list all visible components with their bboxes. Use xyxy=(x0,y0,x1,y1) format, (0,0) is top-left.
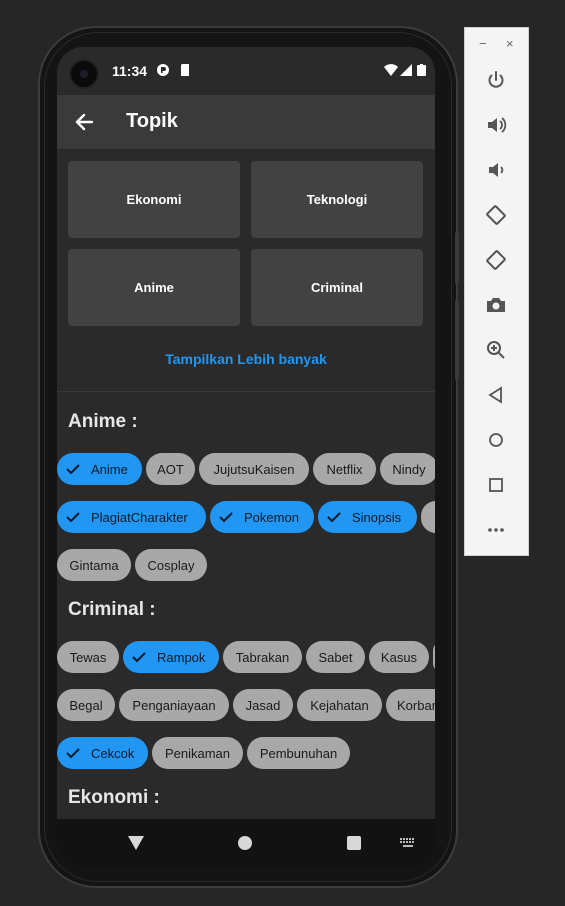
chip-jujutsukaisen[interactable]: JujutsuKaisen xyxy=(199,453,309,485)
back-triangle-icon[interactable] xyxy=(128,836,144,850)
battery-icon xyxy=(417,64,426,76)
tile-teknologi[interactable]: Teknologi xyxy=(251,161,423,238)
chip-korban[interactable]: Korban xyxy=(386,689,435,721)
wifi-icon xyxy=(384,64,398,76)
volume-down-icon[interactable] xyxy=(485,159,507,181)
status-time: 11:34 xyxy=(112,63,148,79)
minimize-button[interactable]: − xyxy=(479,36,487,51)
chip-begal[interactable]: Begal xyxy=(57,689,115,721)
chip-cosplay[interactable]: Cosplay xyxy=(135,549,207,581)
chip-kasus[interactable]: Kasus xyxy=(369,641,429,673)
chip-label: Pembunuhan xyxy=(259,745,338,761)
chip-label: Sinopsis xyxy=(352,509,402,525)
status-bar: 11:34 xyxy=(57,47,435,95)
chip-label: JujutsuKaisen xyxy=(213,461,295,477)
home-circle-icon[interactable] xyxy=(238,836,252,850)
rotate-left-icon[interactable] xyxy=(485,204,507,226)
chip-netflix[interactable]: Netflix xyxy=(313,453,376,485)
chip-nindy[interactable]: Nindy xyxy=(380,453,435,485)
power-icon[interactable] xyxy=(485,69,507,91)
chip-label: Pokemon xyxy=(244,509,299,525)
chip-label: Cekcok xyxy=(91,745,135,761)
chip-sinopsis[interactable]: Sinopsis xyxy=(318,501,417,533)
chip-tewas[interactable]: Tewas xyxy=(57,641,119,673)
chip-label: Begal xyxy=(69,697,103,713)
more-icon[interactable] xyxy=(485,519,507,541)
page-title: Topik xyxy=(126,110,178,132)
tile-criminal[interactable]: Criminal xyxy=(251,249,423,326)
camera-icon[interactable] xyxy=(485,294,507,316)
recents-square-icon[interactable] xyxy=(347,836,361,850)
check-icon xyxy=(219,512,233,523)
chip-rampok[interactable]: Rampok xyxy=(123,641,219,673)
chip-penikaman[interactable]: Penikaman xyxy=(152,737,243,769)
chip-label: Cosplay xyxy=(147,557,195,573)
chip-label: PlagiatCharakter xyxy=(91,509,188,525)
check-icon xyxy=(66,748,80,759)
system-nav-bar xyxy=(57,819,435,867)
arrow-left-icon xyxy=(75,113,94,131)
section-title-anime: Anime : xyxy=(68,411,138,432)
chip-pembunuhan[interactable]: Pembunuhan xyxy=(247,737,350,769)
notification-icon xyxy=(157,64,169,76)
chip-jasad[interactable]: Jasad xyxy=(233,689,293,721)
close-button[interactable]: × xyxy=(506,36,514,51)
signal-icon xyxy=(400,64,412,76)
check-icon xyxy=(327,512,341,523)
back-icon[interactable] xyxy=(485,384,507,406)
chip-label: Jasad xyxy=(245,697,281,713)
chip-cekcok[interactable]: Cekcok xyxy=(57,737,148,769)
app-bar: Topik xyxy=(57,95,435,149)
chip-sabet[interactable]: Sabet xyxy=(306,641,365,673)
rotate-right-icon[interactable] xyxy=(485,249,507,271)
chip-overflow[interactable] xyxy=(421,501,435,533)
chip-label: Tabrakan xyxy=(235,649,290,665)
topic-content[interactable]: Ekonomi Teknologi Anime Criminal Tampilk… xyxy=(57,149,435,819)
phone-volume-key xyxy=(455,300,459,380)
check-icon xyxy=(132,652,146,663)
divider xyxy=(57,391,435,392)
chip-label: Netflix xyxy=(326,461,363,477)
back-button[interactable] xyxy=(71,109,97,135)
chip-tabrakan[interactable]: Tabrakan xyxy=(223,641,302,673)
chip-label: Sabet xyxy=(318,649,353,665)
chip-gintama[interactable]: Gintama xyxy=(57,549,131,581)
chip-label: Anime xyxy=(91,461,128,477)
emulator-toolbar: − × xyxy=(464,27,529,556)
check-icon xyxy=(66,512,80,523)
chip-plagiatcharakter[interactable]: PlagiatCharakter xyxy=(57,501,206,533)
chip-label: Kasus xyxy=(380,649,418,665)
keyboard-icon[interactable] xyxy=(400,838,416,848)
chip-overflow[interactable] xyxy=(433,641,435,673)
tile-ekonomi[interactable]: Ekonomi xyxy=(68,161,240,238)
chip-label: Penikaman xyxy=(164,745,231,761)
chip-label: Gintama xyxy=(69,557,119,573)
phone-screen: 11:34 Topik Ekonomi Teknologi Anime Crim… xyxy=(57,47,435,867)
front-camera xyxy=(69,59,99,89)
home-icon[interactable] xyxy=(485,429,507,451)
zoom-icon[interactable] xyxy=(485,339,507,361)
sd-card-icon xyxy=(181,64,189,76)
chip-label: Korban xyxy=(397,697,435,713)
volume-up-icon[interactable] xyxy=(485,114,507,136)
phone-power-key xyxy=(455,232,459,284)
section-title-ekonomi: Ekonomi : xyxy=(68,787,160,808)
chip-label: Tewas xyxy=(69,649,107,665)
chip-anime[interactable]: Anime xyxy=(57,453,142,485)
chip-label: Penganiayaan xyxy=(132,697,216,713)
chip-penganiayaan[interactable]: Penganiayaan xyxy=(119,689,229,721)
overview-icon[interactable] xyxy=(485,474,507,496)
check-icon xyxy=(66,464,80,475)
chip-kejahatan[interactable]: Kejahatan xyxy=(297,689,382,721)
chip-label: Rampok xyxy=(157,649,206,665)
tile-anime[interactable]: Anime xyxy=(68,249,240,326)
section-title-criminal: Criminal : xyxy=(68,599,156,620)
chip-pokemon[interactable]: Pokemon xyxy=(210,501,314,533)
show-more-link[interactable]: Tampilkan Lebih banyak xyxy=(57,351,435,367)
chip-aot[interactable]: AOT xyxy=(146,453,195,485)
chip-label: AOT xyxy=(157,461,184,477)
chip-label: Kejahatan xyxy=(310,697,369,713)
chip-label: Nindy xyxy=(392,461,426,477)
